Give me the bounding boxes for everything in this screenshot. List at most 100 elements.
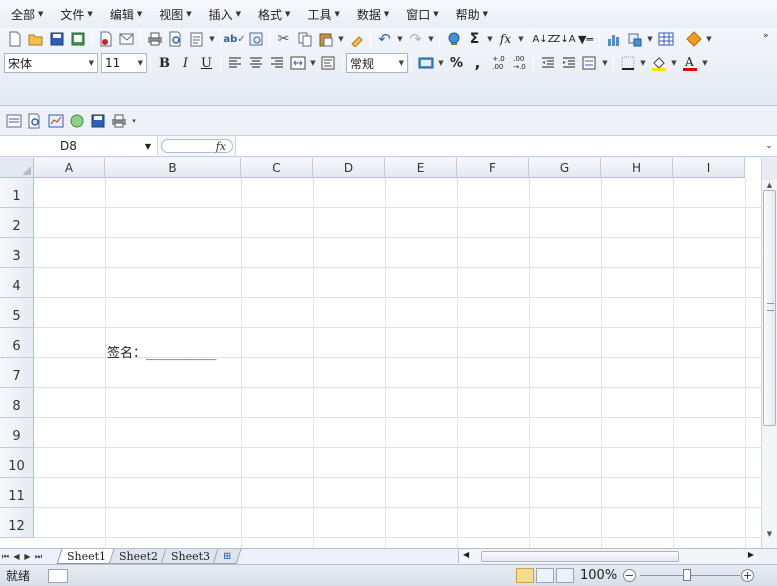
- menu-data[interactable]: 数据 ▼: [350, 3, 396, 25]
- italic-button[interactable]: I: [175, 53, 196, 74]
- increase-indent-icon[interactable]: [558, 53, 579, 74]
- chevron-down-icon[interactable]: ▼: [426, 29, 436, 50]
- increase-decimal-button[interactable]: +.0 .00: [488, 53, 509, 74]
- split-handle[interactable]: [762, 158, 777, 180]
- column-header-a[interactable]: A: [34, 158, 105, 178]
- column-header-h[interactable]: H: [601, 158, 673, 178]
- sheet-tab-3[interactable]: Sheet3: [160, 549, 221, 564]
- page-layout-view-icon[interactable]: [536, 568, 554, 583]
- row-header-5[interactable]: 5: [0, 298, 34, 328]
- align-right-icon[interactable]: [266, 53, 287, 74]
- sort-descending-icon[interactable]: Z↓A: [553, 29, 575, 50]
- row-header-1[interactable]: 1: [0, 178, 34, 208]
- bold-button[interactable]: B: [154, 53, 175, 74]
- toolbar-overflow-icon[interactable]: »: [763, 31, 773, 41]
- percent-style-button[interactable]: %: [446, 53, 467, 74]
- new-document-icon[interactable]: [4, 29, 25, 50]
- menu-edit[interactable]: 编辑 ▼: [103, 3, 149, 25]
- zoom-slider-thumb[interactable]: [683, 569, 691, 581]
- name-box[interactable]: D8 ▼: [0, 136, 158, 156]
- row-header-11[interactable]: 11: [0, 478, 34, 508]
- chevron-down-icon[interactable]: ▼: [436, 53, 446, 74]
- insert-object-icon[interactable]: [624, 29, 645, 50]
- currency-format-icon[interactable]: [415, 53, 436, 74]
- insert-function-button[interactable]: fx: [161, 139, 233, 153]
- table-grid-icon[interactable]: [655, 29, 676, 50]
- expand-formula-icon[interactable]: ⌄: [761, 141, 777, 151]
- underline-button[interactable]: U: [196, 53, 217, 74]
- chevron-down-icon[interactable]: ▼: [308, 53, 318, 74]
- page-setup-icon[interactable]: [3, 111, 24, 132]
- zoom-preview-icon[interactable]: [24, 111, 45, 132]
- worksheet-grid[interactable]: ABCDEFGHI 1 2 3 4 5 6 7 8 9 10 11 12 签名：_________: [0, 158, 761, 548]
- row-header-10[interactable]: 10: [0, 448, 34, 478]
- decrease-decimal-button[interactable]: .00 →.0: [509, 53, 530, 74]
- spell-check-icon[interactable]: ab✓: [223, 29, 245, 50]
- column-header-g[interactable]: G: [529, 158, 601, 178]
- menu-all[interactable]: 全部 ▼: [4, 3, 50, 25]
- copy-icon[interactable]: [294, 29, 315, 50]
- comma-style-button[interactable]: ,: [467, 53, 488, 74]
- prev-sheet-icon[interactable]: ◀: [11, 552, 22, 561]
- export-pdf-icon[interactable]: [95, 29, 116, 50]
- font-size-combo[interactable]: 11 ▼: [101, 53, 147, 73]
- borders-icon[interactable]: [617, 53, 638, 74]
- refresh-icon[interactable]: [66, 111, 87, 132]
- menu-view[interactable]: 视图 ▼: [152, 3, 198, 25]
- chevron-down-icon[interactable]: ▼: [638, 53, 648, 74]
- row-header-4[interactable]: 4: [0, 268, 34, 298]
- chevron-down-icon[interactable]: ▼: [669, 53, 679, 74]
- filter-icon[interactable]: ▼═: [575, 29, 596, 50]
- vertical-scrollbar[interactable]: ▲ ▼: [761, 158, 777, 548]
- menu-file[interactable]: 文件 ▼: [53, 3, 99, 25]
- zoom-out-button[interactable]: −: [623, 569, 636, 582]
- row-header-9[interactable]: 9: [0, 418, 34, 448]
- normal-view-icon[interactable]: [516, 568, 534, 583]
- sheet-tab-2[interactable]: Sheet2: [108, 549, 169, 564]
- sheet-tab-1[interactable]: Sheet1: [56, 549, 117, 564]
- send-mail-icon[interactable]: [116, 29, 137, 50]
- chevron-down-icon[interactable]: ▼: [516, 29, 526, 50]
- indent-settings-icon[interactable]: [579, 53, 600, 74]
- menu-insert[interactable]: 插入 ▼: [202, 3, 248, 25]
- hyperlink-icon[interactable]: [443, 29, 464, 50]
- formula-input[interactable]: [236, 136, 761, 156]
- cut-icon[interactable]: ✂: [273, 29, 294, 50]
- print-preview-icon[interactable]: [165, 29, 186, 50]
- page-break-view-icon[interactable]: [556, 568, 574, 583]
- menu-tools[interactable]: 工具 ▼: [300, 3, 346, 25]
- chevron-down-icon[interactable]: ▼: [395, 29, 405, 50]
- macro-record-icon[interactable]: [48, 568, 68, 583]
- align-left-icon[interactable]: [224, 53, 245, 74]
- print-icon[interactable]: [108, 111, 129, 132]
- clipboard-format-icon[interactable]: [186, 29, 207, 50]
- wrap-text-icon[interactable]: [318, 53, 339, 74]
- chart-wizard-icon[interactable]: [45, 111, 66, 132]
- chevron-down-icon[interactable]: ▼: [704, 29, 714, 50]
- align-center-icon[interactable]: [245, 53, 266, 74]
- save-icon[interactable]: [87, 111, 108, 132]
- row-header-2[interactable]: 2: [0, 208, 34, 238]
- next-sheet-icon[interactable]: ▶: [22, 552, 33, 561]
- save-icon[interactable]: [46, 29, 67, 50]
- row-header-12[interactable]: 12: [0, 508, 34, 538]
- vertical-scroll-thumb[interactable]: [763, 190, 776, 426]
- help-diamond-icon[interactable]: [683, 29, 704, 50]
- last-sheet-icon[interactable]: ⏭: [33, 552, 44, 562]
- select-all-corner[interactable]: [0, 158, 34, 178]
- column-header-i[interactable]: I: [673, 158, 745, 178]
- format-painter-icon[interactable]: [346, 29, 367, 50]
- zoom-in-button[interactable]: +: [741, 569, 754, 582]
- menu-help[interactable]: 帮助 ▼: [449, 3, 495, 25]
- chevron-down-icon[interactable]: ▼: [700, 53, 710, 74]
- merge-center-icon[interactable]: [287, 53, 308, 74]
- horizontal-scroll-thumb[interactable]: [481, 551, 679, 562]
- menu-format[interactable]: 格式 ▼: [251, 3, 297, 25]
- chevron-down-icon[interactable]: ▼: [336, 29, 346, 50]
- chevron-down-icon[interactable]: ▼: [600, 53, 610, 74]
- column-header-d[interactable]: D: [313, 158, 385, 178]
- autosum-icon[interactable]: Σ: [464, 29, 485, 50]
- print-icon[interactable]: [144, 29, 165, 50]
- row-header-3[interactable]: 3: [0, 238, 34, 268]
- chevron-down-icon[interactable]: ▼: [645, 29, 655, 50]
